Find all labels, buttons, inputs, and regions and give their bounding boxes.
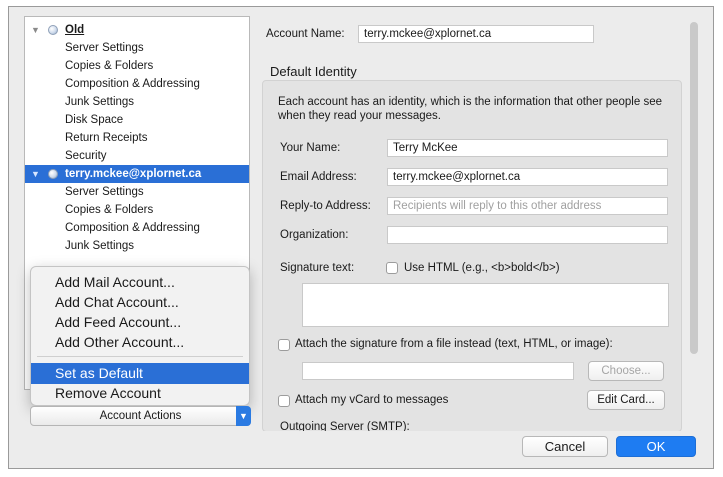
account-name-label: Account Name: (266, 28, 345, 40)
tree-item-return-receipts[interactable]: Return Receipts (25, 129, 249, 147)
attach-vcard-label: Attach my vCard to messages (295, 394, 449, 406)
tree-item-label: Server Settings (65, 42, 144, 54)
menu-add-feed-account[interactable]: Add Feed Account... (31, 312, 249, 333)
tree-item-server-settings[interactable]: Server Settings (25, 39, 249, 57)
your-name-label: Your Name: (280, 142, 341, 154)
tree-item-label: Return Receipts (65, 132, 148, 144)
attach-vcard-checkbox[interactable] (278, 395, 290, 407)
account-actions-button[interactable]: Account Actions ▼ (30, 406, 251, 426)
signature-text-area[interactable] (302, 283, 669, 327)
signature-text-label: Signature text: (280, 262, 355, 274)
tree-item-disk-space[interactable]: Disk Space (25, 111, 249, 129)
menu-remove-account[interactable]: Remove Account (31, 383, 249, 404)
use-html-label: Use HTML (e.g., <b>bold</b>) (404, 262, 560, 274)
reply-to-label: Reply-to Address: (280, 200, 371, 212)
account-actions-menu: Add Mail Account... Add Chat Account... … (30, 266, 250, 406)
section-title-default-identity: Default Identity (270, 64, 357, 79)
account-name-terry: terry.mckee@xplornet.ca (65, 168, 202, 180)
tree-item-security[interactable]: Security (25, 147, 249, 165)
organization-label: Organization: (280, 229, 349, 241)
reply-to-field[interactable]: Recipients will reply to this other addr… (387, 197, 668, 215)
chevron-down-icon[interactable]: ▼ (236, 406, 251, 426)
globe-icon (48, 169, 58, 179)
tree-item-label: Copies & Folders (65, 60, 154, 72)
disclosure-triangle-icon[interactable]: ▼ (31, 165, 40, 183)
menu-add-other-account[interactable]: Add Other Account... (31, 332, 249, 353)
tree-item-junk[interactable]: Junk Settings (25, 237, 249, 255)
tree-item-label: Server Settings (65, 186, 144, 198)
tree-account-old[interactable]: ▼ Old (25, 21, 249, 39)
account-name-field[interactable]: terry.mckee@xplornet.ca (358, 25, 594, 43)
account-name-old: Old (65, 24, 85, 36)
tree-item-label: Composition & Addressing (65, 222, 200, 234)
tree-item-label: Composition & Addressing (65, 78, 200, 90)
cancel-button[interactable]: Cancel (522, 436, 608, 457)
account-actions-label: Account Actions (99, 410, 182, 422)
menu-add-mail-account[interactable]: Add Mail Account... (31, 272, 249, 293)
use-html-checkbox[interactable] (386, 262, 398, 274)
vertical-scrollbar[interactable] (690, 22, 698, 354)
attach-signature-label: Attach the signature from a file instead… (295, 338, 613, 350)
your-name-field[interactable]: Terry McKee (387, 139, 668, 157)
tree-item-copies-folders[interactable]: Copies & Folders (25, 57, 249, 75)
choose-button[interactable]: Choose... (588, 361, 664, 381)
tree-item-label: Security (65, 150, 107, 162)
tree-item-label: Junk Settings (65, 96, 135, 108)
tree-item-label: Copies & Folders (65, 204, 154, 216)
tree-item-composition[interactable]: Composition & Addressing (25, 75, 249, 93)
organization-field[interactable] (387, 226, 668, 244)
globe-icon (48, 25, 58, 35)
menu-set-as-default[interactable]: Set as Default (31, 363, 249, 384)
tree-item-label: Disk Space (65, 114, 124, 126)
tree-item-server-settings[interactable]: Server Settings (25, 183, 249, 201)
signature-file-field[interactable] (302, 362, 574, 380)
tree-item-copies-folders[interactable]: Copies & Folders (25, 201, 249, 219)
edit-card-button[interactable]: Edit Card... (587, 390, 665, 410)
tree-item-label: Junk Settings (65, 240, 135, 252)
tree-item-junk[interactable]: Junk Settings (25, 93, 249, 111)
tree-account-terry[interactable]: ▼ terry.mckee@xplornet.ca (25, 165, 249, 183)
disclosure-triangle-icon[interactable]: ▼ (31, 21, 40, 39)
email-address-field[interactable]: terry.mckee@xplornet.ca (387, 168, 668, 186)
menu-separator (37, 356, 243, 357)
menu-add-chat-account[interactable]: Add Chat Account... (31, 292, 249, 313)
email-address-label: Email Address: (280, 171, 357, 183)
tree-item-composition[interactable]: Composition & Addressing (25, 219, 249, 237)
ok-button[interactable]: OK (616, 436, 696, 457)
identity-description: Each account has an identity, which is t… (278, 96, 662, 122)
attach-signature-checkbox[interactable] (278, 339, 290, 351)
